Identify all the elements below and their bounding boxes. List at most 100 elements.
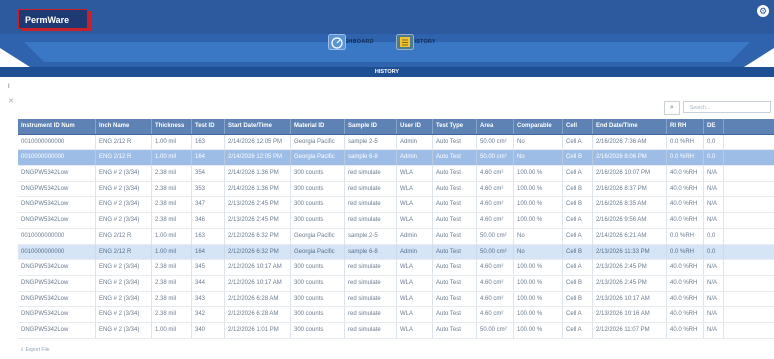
table-cell: red simulate: [345, 307, 397, 322]
column-header[interactable]: Comparable: [514, 119, 563, 134]
table-cell: 40.0 %RH: [667, 322, 704, 338]
table-cell: Cell A: [563, 260, 593, 275]
table-cell: 0010000000000: [18, 228, 96, 244]
page-title-bar: HISTORY: [0, 67, 774, 77]
table-cell: DNGPW5342Low: [18, 181, 96, 197]
table-row[interactable]: DNGPW5342Low ENG # 2 (3/34) 2.38 mil 347 2/1…: [18, 197, 774, 214]
table-cell: 0.0: [704, 228, 724, 244]
table-cell: 2/12/2026 6:28 AM: [225, 307, 291, 322]
table-row[interactable]: DNGPW5342Low ENG # 2 (3/34) 2.38 mil 353 2/1…: [18, 181, 774, 198]
table-row[interactable]: 0010000000000 ENG 2/12 R 1.00 mil 164 2/12/2…: [18, 244, 774, 261]
table-cell: red simulate: [345, 197, 397, 213]
column-header[interactable]: End Date/Time: [593, 119, 667, 134]
table-cell: 164: [192, 244, 225, 260]
table-header: Instrument ID Num Inch Name Thickness Test …: [18, 119, 774, 135]
table-cell: Auto Test: [433, 275, 477, 291]
column-header[interactable]: Inch Name: [96, 119, 152, 134]
table-cell: Cell B: [563, 181, 593, 197]
table-cell: Auto Test: [433, 228, 477, 244]
table-cell: 2.38 mil: [152, 197, 192, 213]
table-cell: ENG # 2 (3/34): [96, 307, 152, 322]
table-cell: DNGPW5342Low: [18, 307, 96, 322]
table-cell: 2.38 mil: [152, 181, 192, 197]
column-header[interactable]: Instrument ID Num: [18, 119, 96, 134]
table-cell: 40.0 %RH: [667, 166, 704, 181]
table-cell: 2/16/2026 8:35 AM: [593, 197, 667, 213]
table-cell: 2/12/2026 11:07 PM: [593, 322, 667, 338]
table-cell: 2/13/2026 2:45 PM: [225, 197, 291, 213]
table-row[interactable]: 0010000000000 ENG 2/12 R 1.00 mil 163 2/12/2…: [18, 228, 774, 245]
table-cell: 1.00 mil: [152, 244, 192, 260]
column-header[interactable]: Sample ID: [345, 119, 397, 134]
table-cell: 2.38 mil: [152, 213, 192, 228]
table-cell: 0.0: [704, 150, 724, 166]
table-row[interactable]: DNGPW5342Low ENG # 2 (3/34) 2.38 mil 345 2/1…: [18, 260, 774, 276]
table-row[interactable]: DNGPW5342Low ENG # 2 (3/34) 2.38 mil 346 2/1…: [18, 213, 774, 229]
table-cell: Auto Test: [433, 307, 477, 322]
column-header[interactable]: DE: [704, 119, 724, 134]
table-cell: 2/13/2026 2:45 PM: [593, 275, 667, 291]
table-cell: 4.60 cm²: [477, 181, 514, 197]
table-cell: Auto Test: [433, 213, 477, 228]
search-icon: ⌕: [670, 104, 674, 111]
table-cell: 300 counts: [291, 181, 345, 197]
column-header[interactable]: Material ID: [291, 119, 345, 134]
table-row[interactable]: DNGPW5342Low ENG # 2 (3/34) 2.38 mil 344 2/1…: [18, 275, 774, 292]
table-row[interactable]: DNGPW5342Low ENG # 2 (3/34) 2.38 mil 354 2/1…: [18, 166, 774, 182]
table-cell: 50.00 cm²: [477, 322, 514, 338]
column-header[interactable]: Test Type: [433, 119, 477, 134]
table-row[interactable]: DNGPW5342Low ENG # 2 (3/34) 1.00 mil 340 2/1…: [18, 322, 774, 339]
table-cell: 345: [192, 260, 225, 275]
table-cell: 2/16/2026 8:06 PM: [593, 150, 667, 166]
column-header[interactable]: RI RH: [667, 119, 704, 134]
table-cell: 164: [192, 150, 225, 166]
table-cell: 340: [192, 322, 225, 338]
table-cell: Cell B: [563, 150, 593, 166]
table-cell: ENG # 2 (3/34): [96, 166, 152, 181]
table-cell: Georgia Pacific: [291, 134, 345, 150]
table-cell: ENG # 2 (3/34): [96, 197, 152, 213]
settings-gear-icon[interactable]: ⚙: [757, 5, 769, 17]
column-header[interactable]: Cell: [563, 119, 593, 134]
table-cell: red simulate: [345, 322, 397, 338]
table-cell: 4.60 cm²: [477, 213, 514, 228]
table-row[interactable]: DNGPW5342Low ENG # 2 (3/34) 2.38 mil 342 2/1…: [18, 307, 774, 323]
table-cell: ENG # 2 (3/34): [96, 213, 152, 228]
table-cell: N/A: [704, 291, 724, 307]
table-cell: red simulate: [345, 260, 397, 275]
table-cell: 100.00 %: [514, 260, 563, 275]
table-cell: ENG # 2 (3/34): [96, 181, 152, 197]
table-cell: No: [514, 228, 563, 244]
column-header[interactable]: User ID: [397, 119, 433, 134]
table-cell: 300 counts: [291, 260, 345, 275]
table-cell: DNGPW5342Low: [18, 291, 96, 307]
table-row[interactable]: DNGPW5342Low ENG # 2 (3/34) 2.38 mil 343 2/1…: [18, 291, 774, 308]
table-cell: DNGPW5342Low: [18, 197, 96, 213]
table-cell: Cell B: [563, 244, 593, 260]
table-cell: 50.00 cm²: [477, 134, 514, 150]
column-header[interactable]: Area: [477, 119, 514, 134]
table-cell: Georgia Pacific: [291, 228, 345, 244]
nav-dashboard[interactable]: DASHBOARD: [328, 34, 382, 70]
column-header[interactable]: Test ID: [192, 119, 225, 134]
table-cell: 346: [192, 213, 225, 228]
table-cell: 2.38 mil: [152, 275, 192, 291]
search-button[interactable]: ⌕: [664, 101, 680, 115]
table-row[interactable]: 0010000000000 ENG 2/12 R 1.00 mil 163 2/14/2…: [18, 134, 774, 151]
table-cell: 0010000000000: [18, 150, 96, 166]
search-input[interactable]: Search...: [683, 101, 771, 113]
table-cell: 4.60 cm²: [477, 307, 514, 322]
table-cell: ENG 2/12 R: [96, 228, 152, 244]
export-file-link[interactable]: ⇩ Export File: [20, 347, 50, 353]
column-header[interactable]: Thickness: [152, 119, 192, 134]
table-cell: ENG # 2 (3/34): [96, 291, 152, 307]
export-icon: ⇩: [20, 347, 25, 353]
table-cell: 300 counts: [291, 307, 345, 322]
table-cell: 0.0 %RH: [667, 244, 704, 260]
nav-history[interactable]: HISTORY: [396, 34, 450, 70]
table-cell: 300 counts: [291, 166, 345, 181]
clear-filter-icon[interactable]: ✕: [8, 97, 14, 105]
table-cell: 2/13/2026 10:17 AM: [593, 291, 667, 307]
column-header[interactable]: Start Date/Time: [225, 119, 291, 134]
table-row[interactable]: 0010000000000 ENG 2/12 R 1.00 mil 164 2/14/2…: [18, 150, 774, 167]
